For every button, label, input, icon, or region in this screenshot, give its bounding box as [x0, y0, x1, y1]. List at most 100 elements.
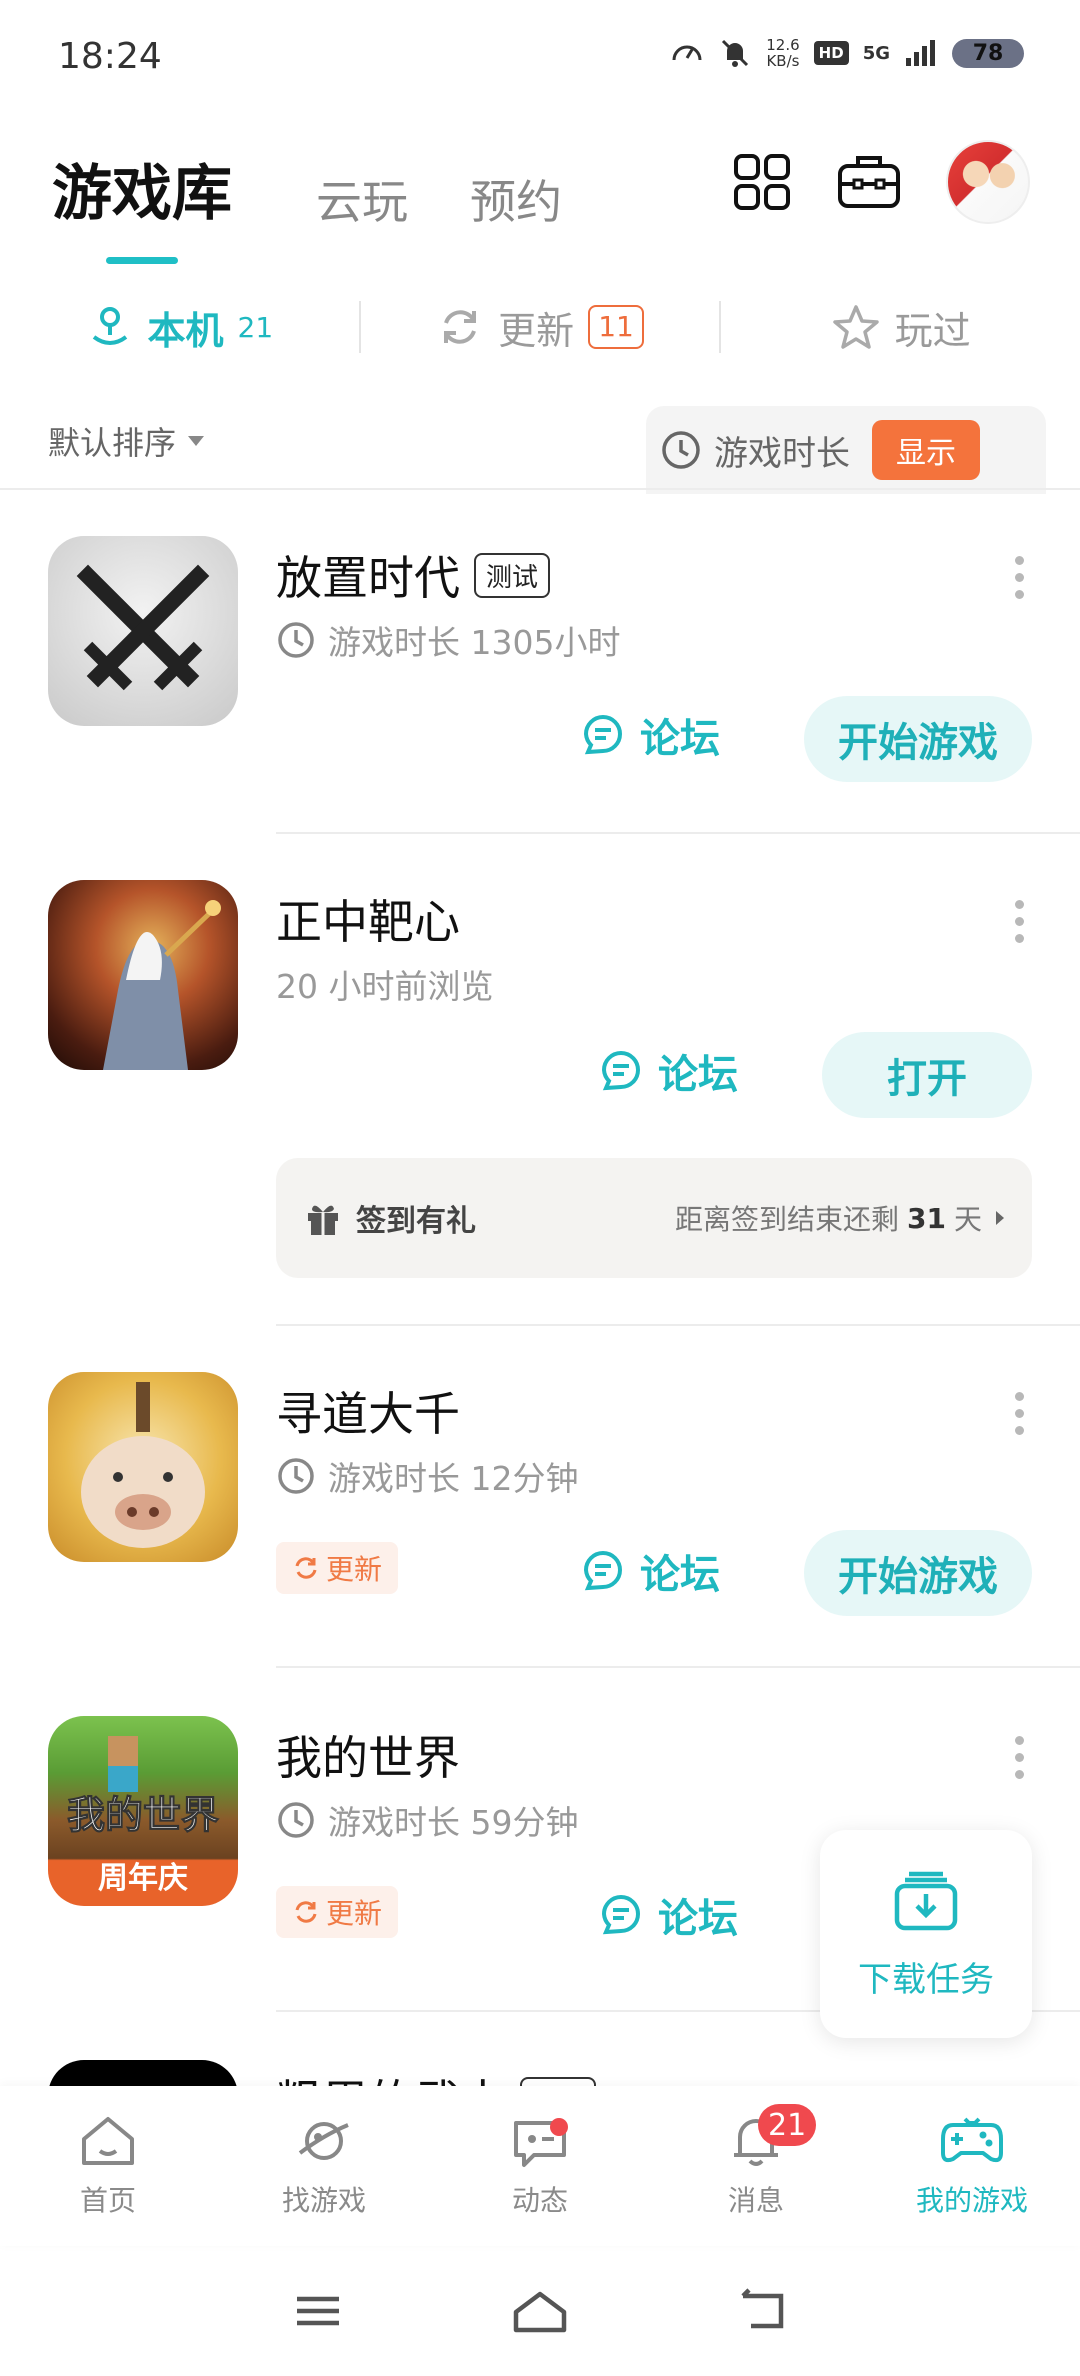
clock-icon	[662, 431, 700, 469]
sub-tab-bar: 本机 21 更新 11 玩过	[0, 290, 1080, 364]
show-button[interactable]: 显示	[872, 420, 980, 480]
planet-icon	[298, 2122, 349, 2160]
nav-activity[interactable]: 动态	[432, 2086, 648, 2246]
game-icon-archer	[48, 880, 238, 1070]
game-subtitle: 20 小时前浏览	[276, 967, 494, 1006]
divider	[276, 832, 1080, 834]
game-item[interactable]: 正中靶心 20 小时前浏览 论坛 打开 签到有礼 距离签到结束还剩 31 天	[0, 880, 1080, 1310]
status-icons: 12.6 KB/s HD 5G 78	[670, 36, 1024, 70]
sign-in-label: 签到有礼	[304, 1196, 476, 1240]
play-time-toggle: 游戏时长 显示	[646, 406, 1046, 494]
sort-dropdown[interactable]: 默认排序	[48, 418, 205, 464]
clock-icon	[278, 1458, 314, 1494]
toolbox-icon[interactable]	[836, 152, 902, 212]
nav-my-games[interactable]: 我的游戏	[864, 2086, 1080, 2246]
nav-find-games[interactable]: 找游戏	[216, 2086, 432, 2246]
start-game-button[interactable]: 开始游戏	[804, 1530, 1032, 1616]
clock-icon	[278, 622, 314, 658]
status-bar: 18:24 12.6 KB/s HD 5G 78	[0, 0, 1080, 118]
download-task-label: 下载任务	[858, 1959, 994, 2000]
forum-icon	[601, 1895, 640, 1935]
play-time-label: 游戏时长	[714, 433, 850, 474]
game-icon-dark	[48, 2060, 238, 2086]
game-title: 粗眉的武夫 测试	[276, 2066, 597, 2086]
forum-icon	[583, 715, 622, 755]
more-options-icon[interactable]	[1014, 1392, 1024, 1435]
game-title: 放置时代 测试	[276, 542, 551, 608]
game-title: 我的世界	[276, 1731, 460, 1785]
test-tag: 测试	[474, 552, 551, 598]
hd-badge: HD	[813, 41, 849, 65]
game-title: 正中靶心	[276, 895, 460, 949]
sort-row: 默认排序 游戏时长 显示	[0, 404, 1080, 494]
game-icon-minecraft: 我的世界 周年庆	[48, 1716, 238, 1906]
game-item[interactable]: 粗眉的武夫 测试	[0, 2060, 1080, 2086]
subtab-local-label: 本机	[147, 308, 224, 353]
subtab-update-label: 更新	[498, 308, 575, 353]
refresh-icon	[444, 310, 477, 344]
gamepad-icon	[941, 2117, 1003, 2163]
subtab-local-count: 21	[237, 310, 274, 344]
game-item[interactable]: 寻道大千 游戏时长 12分钟 更新 论坛 开始游戏	[0, 1372, 1080, 1662]
system-nav-bar	[0, 2246, 1080, 2376]
game-icon-swords	[48, 536, 238, 726]
user-avatar[interactable]	[946, 140, 1030, 224]
home-nav-icon[interactable]	[510, 2288, 570, 2334]
forum-button[interactable]: 论坛	[580, 1542, 720, 1600]
net-speed: 12.6 KB/s	[766, 36, 800, 70]
game-title: 寻道大千	[276, 1387, 460, 1441]
divider	[276, 1666, 1080, 1668]
subtab-played[interactable]: 玩过	[721, 300, 1080, 355]
tab-game-library[interactable]: 游戏库	[52, 145, 232, 250]
subtab-local[interactable]: 本机 21	[0, 300, 359, 355]
sign-in-countdown: 距离签到结束还剩 31 天	[675, 1198, 1004, 1238]
game-subtitle: 游戏时长 59分钟	[276, 1796, 578, 1844]
grid-icon[interactable]	[732, 152, 792, 212]
update-count-badge: 11	[588, 305, 644, 349]
sign-in-banner[interactable]: 签到有礼 距离签到结束还剩 31 天	[276, 1158, 1032, 1278]
download-icon	[894, 1871, 958, 1930]
chevron-right-icon	[996, 1211, 1004, 1225]
game-icon-pig	[48, 1372, 238, 1562]
more-options-icon[interactable]	[1014, 556, 1024, 599]
open-button[interactable]: 打开	[822, 1032, 1032, 1118]
forum-icon	[583, 1551, 622, 1591]
clock-icon	[278, 1802, 314, 1838]
gift-icon	[308, 1205, 338, 1235]
battery-indicator: 78	[952, 38, 1024, 68]
star-icon	[832, 305, 879, 349]
test-tag: 测试	[520, 2076, 597, 2086]
menu-icon[interactable]	[293, 2291, 343, 2331]
forum-button[interactable]: 论坛	[598, 1042, 738, 1100]
download-task-button[interactable]: 下载任务	[820, 1830, 1032, 2038]
device-icon	[92, 307, 127, 345]
start-game-button[interactable]: 开始游戏	[804, 696, 1032, 782]
game-subtitle: 游戏时长 1305小时	[276, 616, 620, 664]
icon-text: 我的世界	[67, 1793, 219, 1837]
mute-bell-icon	[722, 39, 749, 67]
top-tab-bar: 游戏库 云玩 预约	[52, 140, 624, 250]
subtab-update[interactable]: 更新 11	[361, 300, 720, 355]
speedometer-icon	[672, 45, 702, 61]
more-options-icon[interactable]	[1014, 1736, 1024, 1779]
status-time: 18:24	[58, 36, 162, 77]
update-tag[interactable]: 更新	[276, 1886, 398, 1938]
subtab-played-label: 玩过	[894, 308, 971, 353]
game-item[interactable]: 放置时代 测试 游戏时长 1305小时 论坛 开始游戏	[0, 536, 1080, 826]
tab-cloud-play[interactable]: 云玩	[316, 166, 408, 250]
top-actions	[732, 140, 1030, 224]
nav-messages[interactable]: 消息 21	[648, 2086, 864, 2246]
refresh-icon	[295, 1557, 317, 1579]
nav-home[interactable]: 首页	[0, 2086, 216, 2246]
forum-button[interactable]: 论坛	[580, 706, 720, 764]
update-tag[interactable]: 更新	[276, 1542, 398, 1594]
bottom-nav: 首页 找游戏 动态 消息 21 我的游戏	[0, 2086, 1080, 2246]
refresh-icon	[295, 1901, 317, 1923]
forum-icon	[601, 1051, 640, 1091]
divider	[276, 1324, 1080, 1326]
forum-button[interactable]: 论坛	[598, 1886, 738, 1944]
more-options-icon[interactable]	[1014, 900, 1024, 943]
back-icon[interactable]	[737, 2288, 787, 2334]
sort-label: 默认排序	[48, 424, 177, 462]
tab-reservation[interactable]: 预约	[470, 166, 562, 250]
